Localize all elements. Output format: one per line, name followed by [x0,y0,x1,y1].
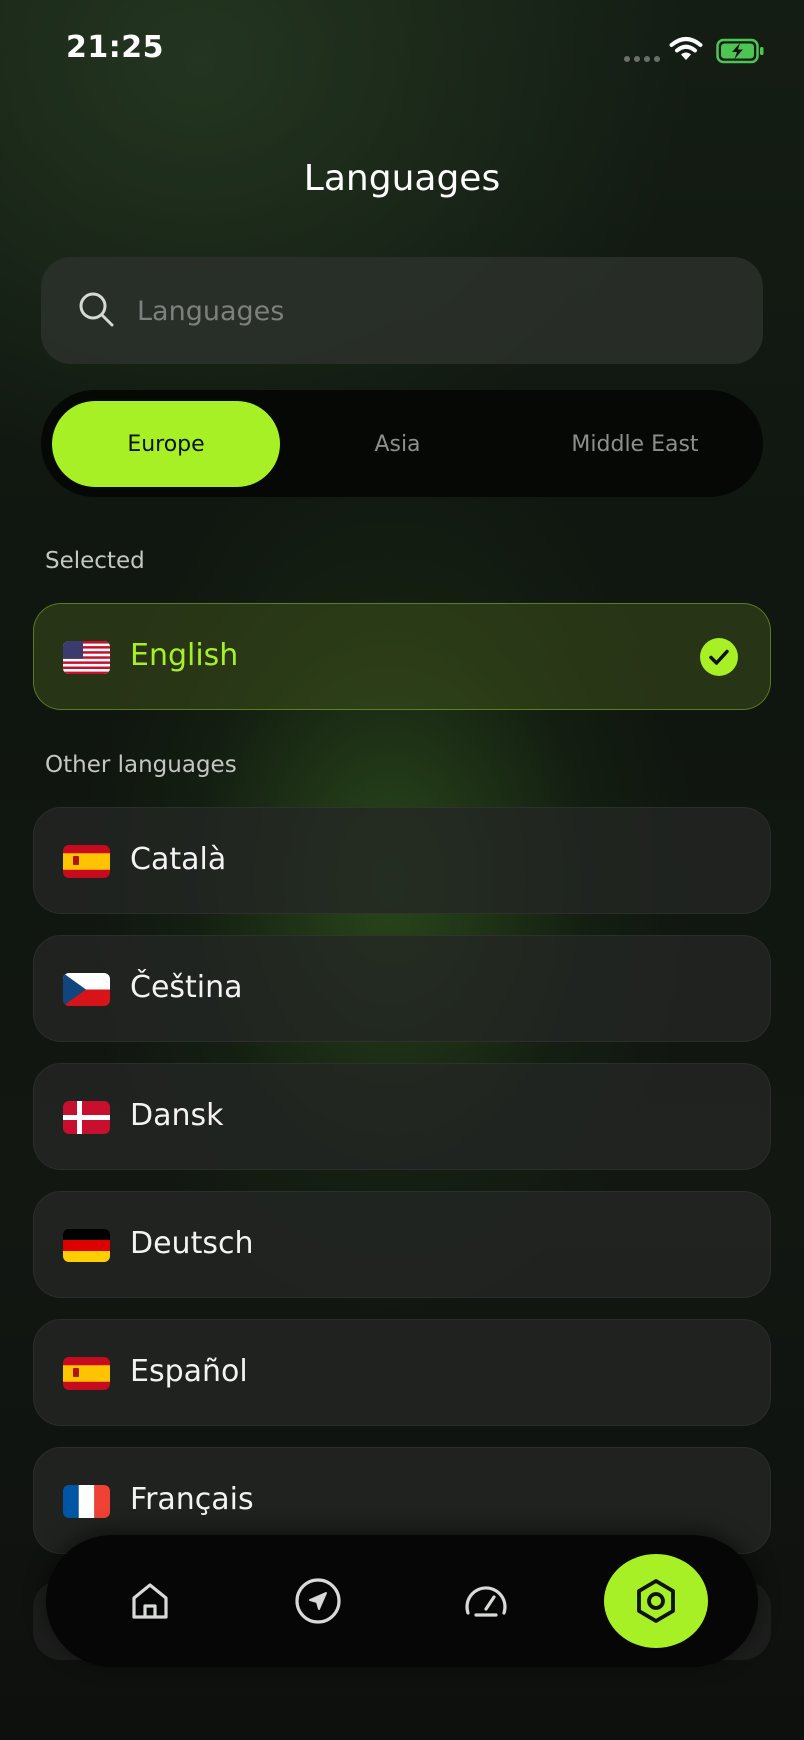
tab-middle-east[interactable]: Middle East [515,401,755,487]
language-item-catala[interactable]: Català [33,807,771,914]
language-item-espanol[interactable]: Español [33,1319,771,1426]
battery-charging-icon [716,38,764,64]
language-name: Català [130,842,227,877]
de-flag-icon [63,1229,110,1262]
nav-speed-button[interactable] [440,1555,532,1647]
nav-home-button[interactable] [104,1555,196,1647]
language-name: Français [130,1482,254,1517]
tab-europe[interactable]: Europe [52,401,280,487]
language-item-dansk[interactable]: Dansk [33,1063,771,1170]
home-icon [132,1583,168,1619]
search-input[interactable] [137,287,717,335]
cellular-signal-icon [624,56,660,62]
language-item-deutsch[interactable]: Deutsch [33,1191,771,1298]
language-name: Español [130,1354,248,1389]
section-label-selected: Selected [45,548,145,574]
speedometer-icon [465,1586,507,1617]
nav-settings-button[interactable] [604,1554,708,1648]
language-name: English [130,638,239,673]
us-flag-icon [63,641,110,674]
language-item-english[interactable]: English [33,603,771,710]
wifi-icon [669,37,703,60]
page-title: Languages [303,158,501,199]
navigation-arrow-icon [295,1578,341,1624]
status-bar: 21:25 [0,0,804,100]
status-time: 21:25 [66,30,164,65]
language-item-cestina[interactable]: Čeština [33,935,771,1042]
search-box[interactable] [41,257,763,364]
language-name: Deutsch [130,1226,254,1261]
region-segmented-control: Europe Asia Middle East [41,390,763,497]
tab-asia[interactable]: Asia [295,401,500,487]
check-circle-icon [700,638,738,676]
cz-flag-icon [63,973,110,1006]
section-label-other: Other languages [45,752,237,778]
language-name: Čeština [130,970,243,1005]
dk-flag-icon [63,1101,110,1134]
search-icon [79,292,114,327]
es-flag-icon [63,845,110,878]
nav-navigation-button[interactable] [272,1555,364,1647]
es-flag-icon [63,1357,110,1390]
language-name: Dansk [130,1098,224,1133]
fr-flag-icon [63,1485,110,1518]
bottom-navigation-bar [46,1535,758,1667]
settings-hex-icon [637,1579,675,1623]
